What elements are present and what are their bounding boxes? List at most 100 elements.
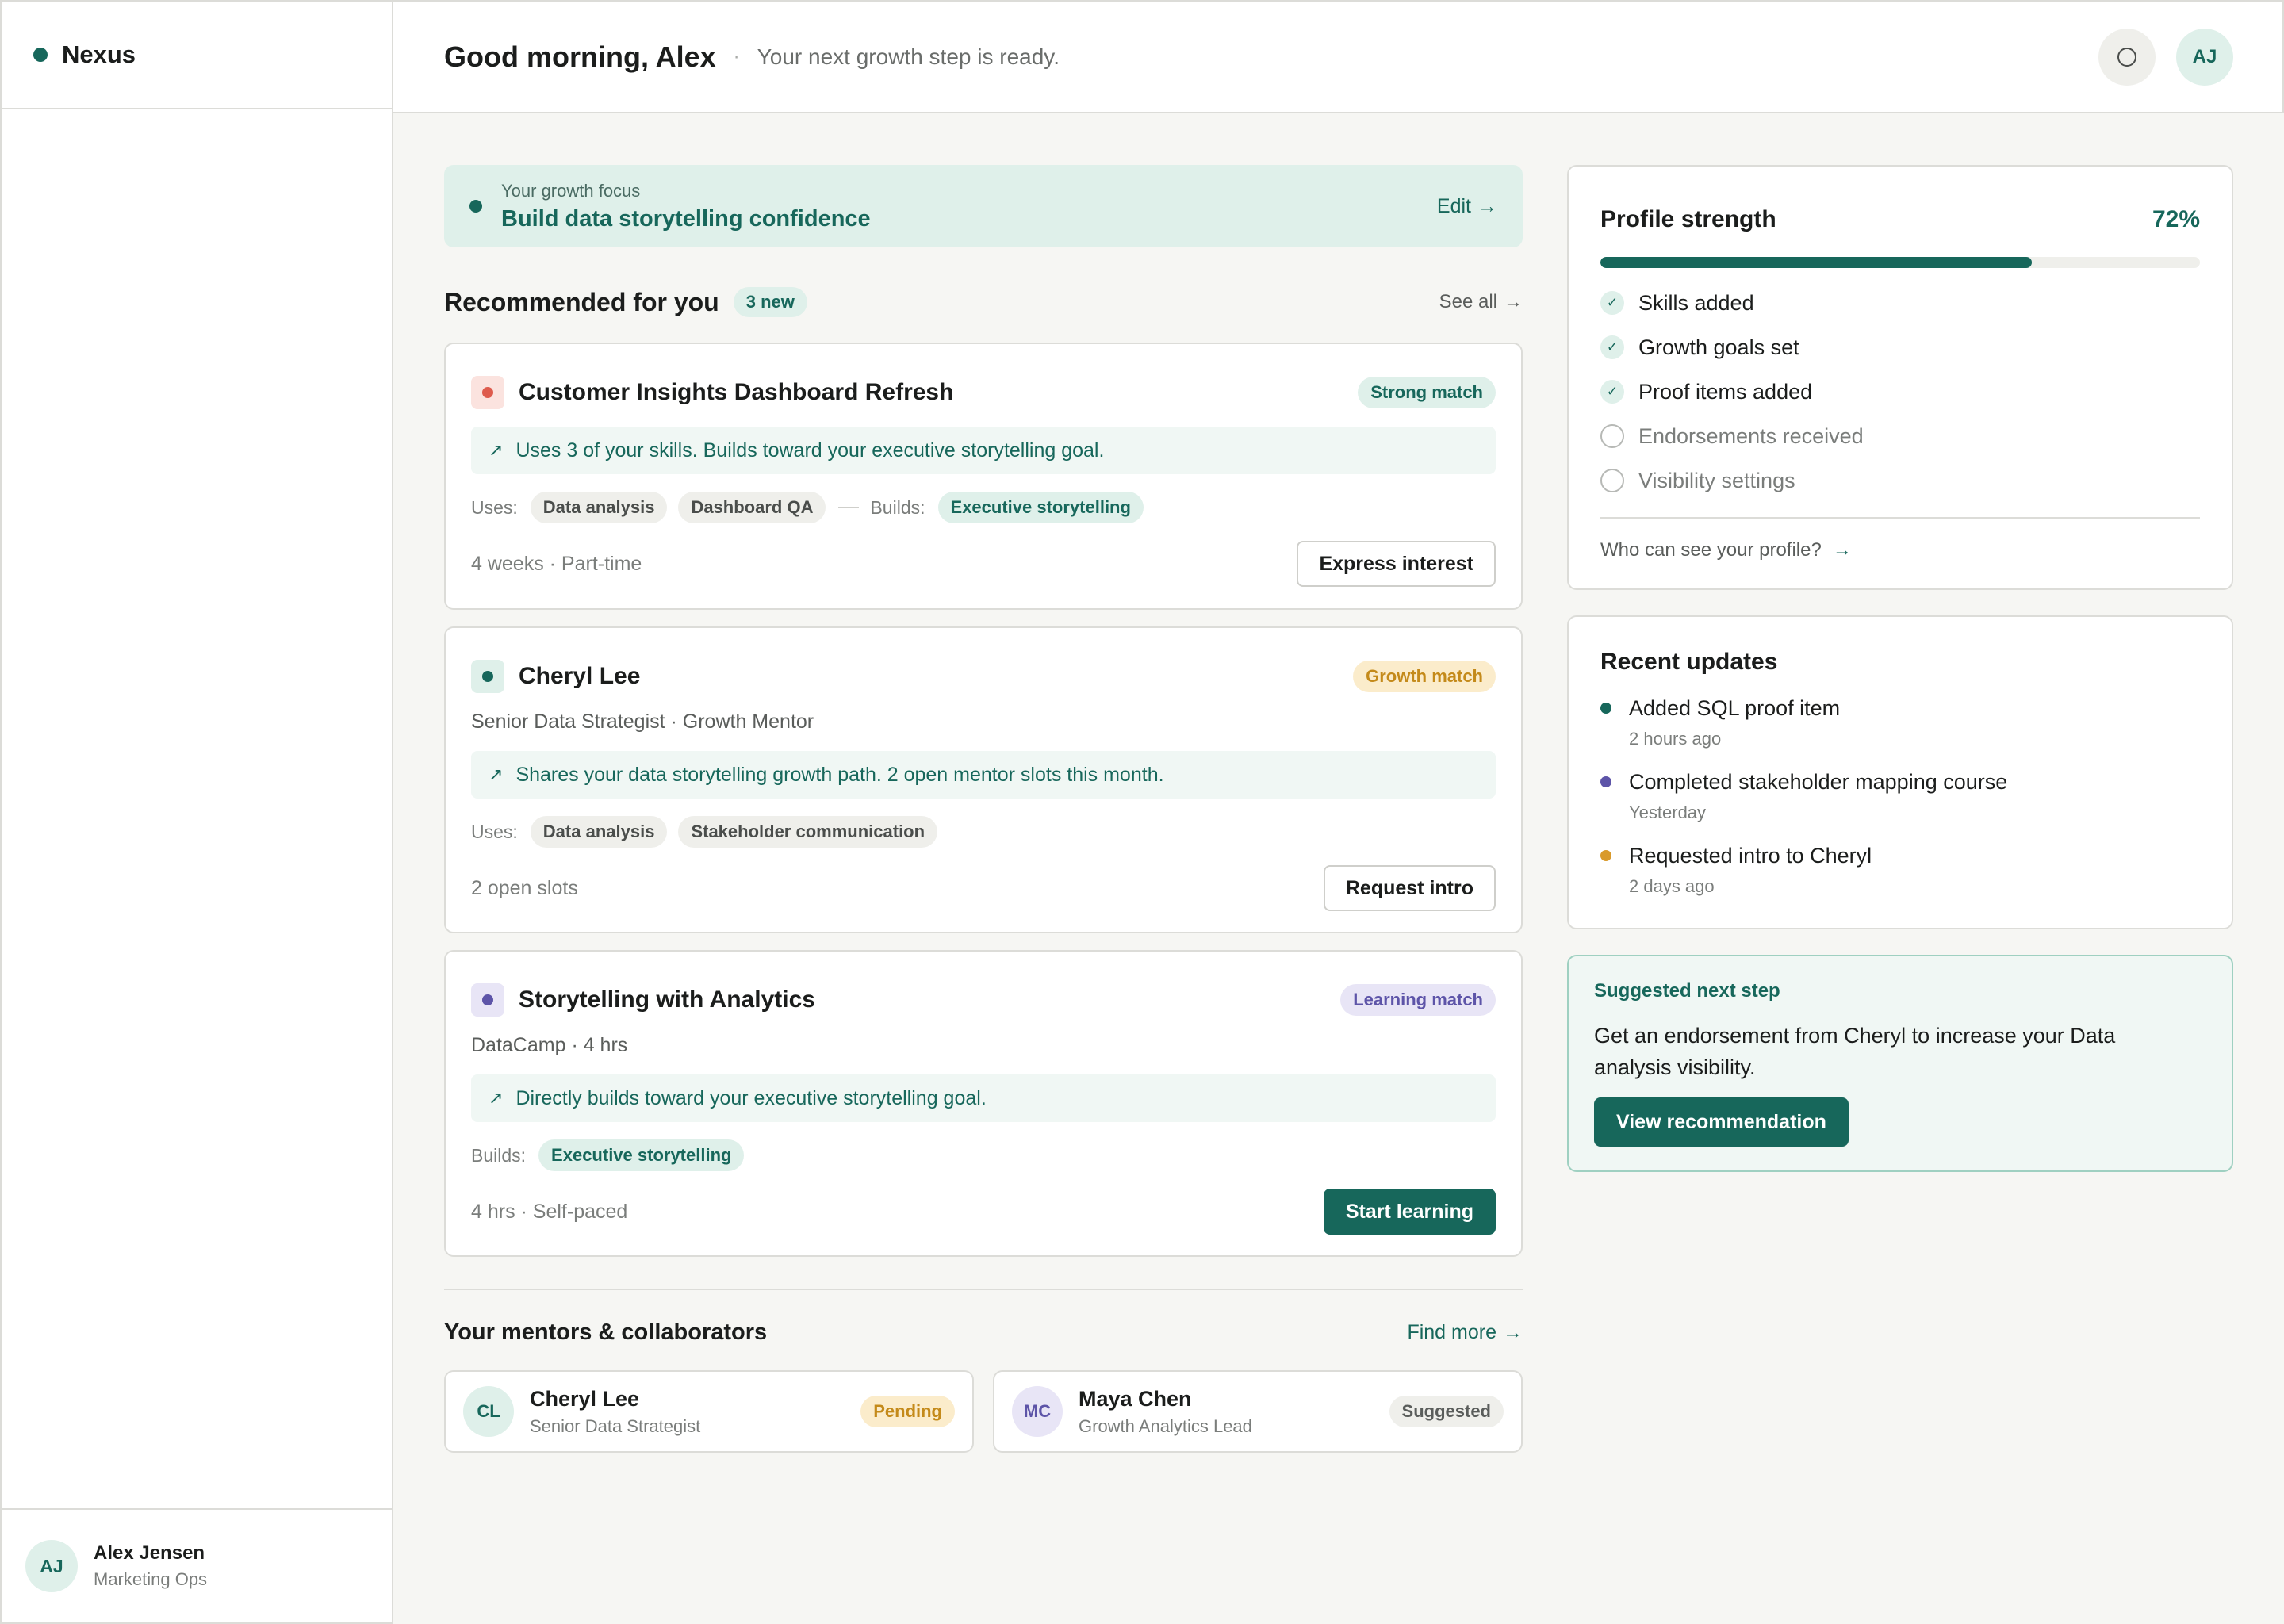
update-item[interactable]: Requested intro to Cheryl 2 days ago bbox=[1600, 844, 2200, 897]
card-title: Customer Insights Dashboard Refresh bbox=[519, 379, 954, 405]
mentor-role: Senior Data Strategist bbox=[530, 1415, 701, 1436]
reason-text: Shares your data storytelling growth pat… bbox=[515, 763, 1164, 786]
mentors-header: Your mentors & collaborators Find more → bbox=[444, 1320, 1523, 1346]
checklist-label: Proof items added bbox=[1638, 379, 1813, 404]
update-time: 2 days ago bbox=[1629, 876, 1715, 896]
empty-circle-icon bbox=[1600, 469, 1624, 492]
skill-tags: Uses: Data analysis Stakeholder communic… bbox=[471, 816, 1496, 848]
skill-tag: Dashboard QA bbox=[678, 492, 826, 523]
profile-visibility-link[interactable]: Who can see your profile? → bbox=[1600, 539, 2200, 561]
recommendation-card-project[interactable]: Customer Insights Dashboard Refresh Stro… bbox=[444, 343, 1523, 610]
course-icon bbox=[471, 983, 504, 1017]
update-item[interactable]: Completed stakeholder mapping course Yes… bbox=[1600, 770, 2200, 823]
update-time: 2 hours ago bbox=[1629, 729, 1722, 749]
reason-text: Directly builds toward your executive st… bbox=[515, 1086, 987, 1109]
link-label: Who can see your profile? bbox=[1600, 539, 1822, 561]
checklist-item[interactable]: ✓ Proof items added bbox=[1600, 370, 2200, 414]
builds-label: Builds: bbox=[471, 1144, 527, 1166]
card-title: Cheryl Lee bbox=[519, 663, 641, 689]
mentor-name: Maya Chen bbox=[1079, 1386, 1192, 1411]
arrow-right-icon: → bbox=[1504, 291, 1523, 312]
arrow-right-icon: → bbox=[1832, 539, 1852, 561]
match-badge: Growth match bbox=[1353, 661, 1496, 692]
mentor-name: Cheryl Lee bbox=[530, 1386, 640, 1411]
header-separator: · bbox=[733, 45, 740, 67]
card-title: Storytelling with Analytics bbox=[519, 986, 815, 1013]
header-subtitle: Your next growth step is ready. bbox=[757, 44, 1060, 69]
update-title: Completed stakeholder mapping course bbox=[1629, 770, 2008, 794]
empty-circle-icon bbox=[1600, 424, 1624, 448]
request-intro-button[interactable]: Request intro bbox=[1323, 865, 1496, 911]
mentor-role: Growth Analytics Lead bbox=[1079, 1415, 1252, 1436]
see-all-label: See all bbox=[1439, 291, 1497, 312]
user-role: Marketing Ops bbox=[94, 1569, 208, 1589]
status-dot-icon bbox=[1600, 776, 1611, 787]
build-tag: Executive storytelling bbox=[538, 1139, 745, 1171]
checklist: ✓ Skills added ✓ Growth goals set ✓ Proo… bbox=[1600, 281, 2200, 503]
find-more-label: Find more bbox=[1407, 1321, 1496, 1343]
match-reason: ↗ Uses 3 of your skills. Builds toward y… bbox=[471, 427, 1496, 474]
tag-divider bbox=[838, 507, 860, 508]
card-subtitle: Senior Data Strategist · Growth Mentor bbox=[471, 710, 814, 733]
recommendation-card-mentor[interactable]: Cheryl Lee Growth match Senior Data Stra… bbox=[444, 626, 1523, 933]
user-name: Alex Jensen bbox=[94, 1542, 205, 1564]
header-actions: AJ bbox=[2098, 28, 2233, 86]
skill-tag: Stakeholder communication bbox=[678, 816, 938, 848]
update-item[interactable]: Added SQL proof item 2 hours ago bbox=[1600, 696, 2200, 749]
profile-percent: 72% bbox=[2152, 206, 2200, 232]
start-learning-button[interactable]: Start learning bbox=[1323, 1189, 1496, 1235]
builds-label: Builds: bbox=[870, 496, 925, 518]
check-icon: ✓ bbox=[1600, 335, 1624, 359]
mentor-card[interactable]: CL Cheryl Lee Senior Data Strategist Pen… bbox=[444, 1370, 974, 1453]
status-dot-icon bbox=[1600, 850, 1611, 861]
checklist-label: Endorsements received bbox=[1638, 423, 1864, 448]
recent-updates-panel: Recent updates Added SQL proof item 2 ho… bbox=[1567, 615, 2233, 929]
status-dot-icon bbox=[1600, 703, 1611, 714]
see-all-link[interactable]: See all → bbox=[1439, 291, 1523, 313]
card-subtitle: DataCamp · 4 hrs bbox=[471, 1034, 628, 1056]
panel-title: Recent updates bbox=[1600, 649, 1778, 675]
checklist-item[interactable]: ✓ Growth goals set bbox=[1600, 325, 2200, 370]
update-title: Added SQL proof item bbox=[1629, 696, 1841, 720]
check-icon: ✓ bbox=[1600, 380, 1624, 404]
focus-title: Build data storytelling confidence bbox=[501, 205, 871, 232]
sidebar-user[interactable]: AJ Alex Jensen Marketing Ops bbox=[2, 1508, 392, 1622]
recommendation-card-course[interactable]: Storytelling with Analytics Learning mat… bbox=[444, 950, 1523, 1257]
recommended-header: Recommended for you 3 new See all → bbox=[444, 287, 1523, 317]
edit-focus-link[interactable]: Edit → bbox=[1437, 195, 1497, 218]
checklist-label: Growth goals set bbox=[1638, 335, 1799, 359]
view-recommendation-button[interactable]: View recommendation bbox=[1594, 1097, 1849, 1147]
express-interest-button[interactable]: Express interest bbox=[1297, 541, 1496, 587]
checklist-item[interactable]: ✓ Skills added bbox=[1600, 281, 2200, 325]
next-step-label: Suggested next step bbox=[1594, 980, 1780, 1002]
find-more-link[interactable]: Find more → bbox=[1407, 1321, 1523, 1344]
checklist-item[interactable]: Endorsements received bbox=[1600, 414, 2200, 458]
panel-divider bbox=[1600, 517, 2200, 519]
section-title: Recommended for you bbox=[444, 287, 719, 316]
uses-label: Uses: bbox=[471, 821, 518, 842]
match-badge: Learning match bbox=[1340, 984, 1496, 1016]
header-avatar[interactable]: AJ bbox=[2176, 28, 2233, 86]
focus-label: Your growth focus bbox=[501, 180, 641, 201]
card-meta: 2 open slots bbox=[471, 876, 578, 899]
arrow-up-right-icon: ↗ bbox=[489, 764, 504, 784]
arrow-up-right-icon: ↗ bbox=[489, 1088, 504, 1108]
update-time: Yesterday bbox=[1629, 802, 1707, 822]
brand[interactable]: Nexus bbox=[2, 2, 392, 109]
checklist-label: Visibility settings bbox=[1638, 468, 1795, 492]
avatar: CL bbox=[463, 1386, 514, 1437]
notification-button[interactable] bbox=[2098, 28, 2156, 86]
brand-logo-dot bbox=[33, 48, 48, 62]
sidebar: Nexus AJ Alex Jensen Marketing Ops bbox=[0, 0, 393, 1624]
arrow-right-icon: → bbox=[1503, 1321, 1523, 1343]
checklist-item[interactable]: Visibility settings bbox=[1600, 458, 2200, 503]
update-title: Requested intro to Cheryl bbox=[1629, 844, 1872, 868]
mentor-icon bbox=[471, 660, 504, 693]
skill-tag: Data analysis bbox=[530, 816, 668, 848]
circle-icon bbox=[2117, 47, 2136, 67]
brand-name: Nexus bbox=[62, 40, 136, 68]
project-icon bbox=[471, 376, 504, 409]
check-icon: ✓ bbox=[1600, 291, 1624, 315]
avatar: AJ bbox=[25, 1540, 78, 1592]
mentor-card[interactable]: MC Maya Chen Growth Analytics Lead Sugge… bbox=[993, 1370, 1523, 1453]
